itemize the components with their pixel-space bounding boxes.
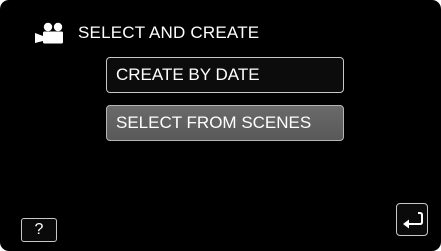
- help-button[interactable]: ?: [21, 218, 57, 242]
- video-camera-icon: [34, 22, 64, 44]
- camera-menu-screen: SELECT AND CREATE CREATE BY DATE SELECT …: [0, 0, 441, 251]
- return-arrow-icon: [397, 204, 427, 235]
- create-by-date-button[interactable]: CREATE BY DATE: [106, 57, 344, 93]
- select-from-scenes-button[interactable]: SELECT FROM SCENES: [106, 105, 344, 141]
- page-title: SELECT AND CREATE: [78, 23, 260, 42]
- menu-header: SELECT AND CREATE: [34, 21, 259, 45]
- back-button[interactable]: [396, 203, 428, 236]
